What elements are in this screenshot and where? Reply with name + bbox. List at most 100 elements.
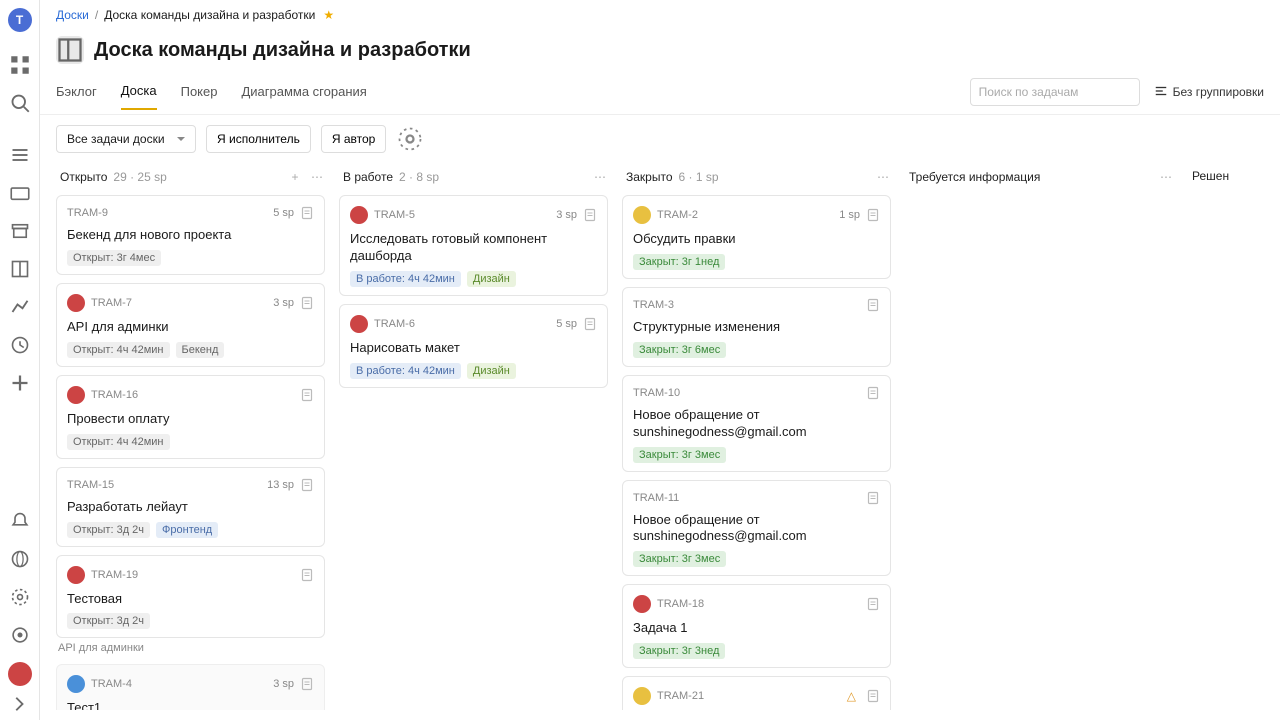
task-card[interactable]: TRAM-65 spНарисовать макетВ работе: 4ч 4… [339,304,608,388]
tab-burndown[interactable]: Диаграмма сгорания [241,84,366,109]
task-title: Нарисовать макет [350,340,597,357]
star-icon[interactable]: ★ [323,8,334,22]
description-icon [583,317,597,331]
description-icon [866,208,880,222]
grouping-button[interactable]: Без группировки [1154,84,1264,101]
breadcrumb-current[interactable]: Доска команды дизайна и разработки [104,8,315,22]
kanban-board: Открыто 29 · 25 sp + ⋯ TRAM-95 spБекенд … [40,163,1280,720]
task-title: Структурные изменения [633,319,880,336]
task-key[interactable]: TRAM-9 [67,207,108,219]
add-card-icon[interactable]: + [287,169,303,185]
task-key[interactable]: TRAM-5 [374,209,415,221]
clock-icon[interactable] [10,335,30,355]
assignee-avatar[interactable] [67,294,85,312]
grouping-label: Без группировки [1173,85,1264,99]
status-tag: Закрыт: 3г 3мес [633,447,726,463]
task-card[interactable]: TRAM-16Провести оплатуОткрыт: 4ч 42мин [56,375,325,459]
description-icon [866,298,880,312]
assignee-avatar[interactable] [67,566,85,584]
column-menu-icon[interactable]: ⋯ [875,169,891,185]
search-placeholder: Поиск по задачам [979,85,1079,99]
chart-icon[interactable] [10,297,30,317]
globe-icon[interactable] [10,549,30,569]
user-avatar[interactable] [8,662,32,686]
column-menu-icon[interactable]: ⋯ [592,169,608,185]
breadcrumb-root[interactable]: Доски [56,8,89,22]
story-points: 5 sp [273,207,294,219]
task-title: Обсудить правки [633,231,880,248]
column-meta: 6 · 1 sp [679,170,719,184]
task-card[interactable]: TRAM-10Новое обращение от sunshinegodnes… [622,375,891,472]
search-icon[interactable] [10,93,30,113]
task-key[interactable]: TRAM-2 [657,209,698,221]
task-key[interactable]: TRAM-7 [91,297,132,309]
breadcrumb: Доски / Доска команды дизайна и разработ… [40,0,1280,26]
task-card[interactable]: TRAM-18Задача 1Закрыт: 3г 3нед [622,584,891,668]
task-card[interactable]: TRAM-21 spОбсудить правкиЗакрыт: 3г 1нед [622,195,891,279]
left-nav: T [0,0,40,720]
description-icon [300,568,314,582]
filter-author[interactable]: Я автор [321,125,387,153]
description-icon [866,597,880,611]
plus-icon[interactable] [10,373,30,393]
tab-poker[interactable]: Покер [181,84,218,109]
task-key[interactable]: TRAM-16 [91,389,138,401]
task-card[interactable]: TRAM-21△Тестовая задача по проектуЗакрыт… [622,676,891,710]
column-title: Требуется информация [909,170,1040,184]
column-open-body: TRAM-9 5 sp Бекенд для нового проекта Откры… [56,195,329,710]
assignee-avatar[interactable] [67,675,85,693]
assignee-avatar[interactable] [350,206,368,224]
column-menu-icon[interactable]: ⋯ [309,169,325,185]
task-key[interactable]: TRAM-4 [91,678,132,690]
task-key[interactable]: TRAM-21 [657,690,704,702]
board-icon[interactable] [10,259,30,279]
column-open: Открыто 29 · 25 sp + ⋯ TRAM-95 spБекенд … [56,163,329,710]
tab-backlog[interactable]: Бэклог [56,84,97,109]
gear-icon[interactable] [10,587,30,607]
task-key[interactable]: TRAM-10 [633,387,680,399]
filter-select[interactable]: Все задачи доски [56,125,196,153]
list-icon[interactable] [10,145,30,165]
story-points: 3 sp [556,209,577,221]
column-menu-icon[interactable]: ⋯ [1158,169,1174,185]
column-work-body: TRAM-53 spИсследовать готовый компонент … [339,195,612,388]
task-title: Бекенд для нового проекта [67,227,314,244]
archive-icon[interactable] [10,221,30,241]
assignee-avatar[interactable] [633,206,651,224]
task-card[interactable]: TRAM-3Структурные измененияЗакрыт: 3г 6м… [622,287,891,367]
app-logo[interactable]: T [8,8,32,32]
assignee-avatar[interactable] [67,386,85,404]
task-key[interactable]: TRAM-18 [657,598,704,610]
description-icon [300,296,314,310]
story-points: 1 sp [839,209,860,221]
parent-link[interactable]: API для админки [56,642,325,656]
task-key[interactable]: TRAM-6 [374,318,415,330]
task-key[interactable]: TRAM-3 [633,299,674,311]
task-card[interactable]: TRAM-73 spAPI для админкиОткрыт: 4ч 42ми… [56,283,325,367]
task-key[interactable]: TRAM-15 [67,479,114,491]
filter-assignee[interactable]: Я исполнитель [206,125,311,153]
assignee-avatar[interactable] [350,315,368,333]
column-title: Решен [1192,169,1229,183]
filter-settings-icon[interactable] [396,125,424,153]
grid-icon[interactable] [10,55,30,75]
task-key[interactable]: TRAM-11 [633,492,679,504]
task-card[interactable]: TRAM-53 spИсследовать готовый компонент … [339,195,608,296]
settings-icon[interactable] [10,625,30,645]
task-card[interactable]: TRAM-95 spБекенд для нового проектаОткры… [56,195,325,275]
task-card[interactable]: TRAM-43 spТест1Открыт: 2нед 4д [56,664,325,710]
task-card[interactable]: TRAM-11Новое обращение от sunshinegodnes… [622,480,891,577]
task-key[interactable]: TRAM-19 [91,569,138,581]
column-title: Открыто [60,170,107,184]
tab-board[interactable]: Доска [121,83,157,110]
assignee-avatar[interactable] [633,687,651,705]
folder-icon[interactable] [10,183,30,203]
assignee-avatar[interactable] [633,595,651,613]
task-card[interactable]: TRAM-1513 spРазработать лейаутОткрыт: 3д… [56,467,325,547]
story-points: 13 sp [267,479,294,491]
bell-icon[interactable] [10,511,30,531]
expand-sidebar-icon[interactable] [10,694,30,714]
task-card[interactable]: TRAM-19ТестоваяОткрыт: 3д 2ч [56,555,325,639]
search-input[interactable]: Поиск по задачам [970,78,1140,106]
status-tag: Открыт: 4ч 42мин [67,434,170,450]
